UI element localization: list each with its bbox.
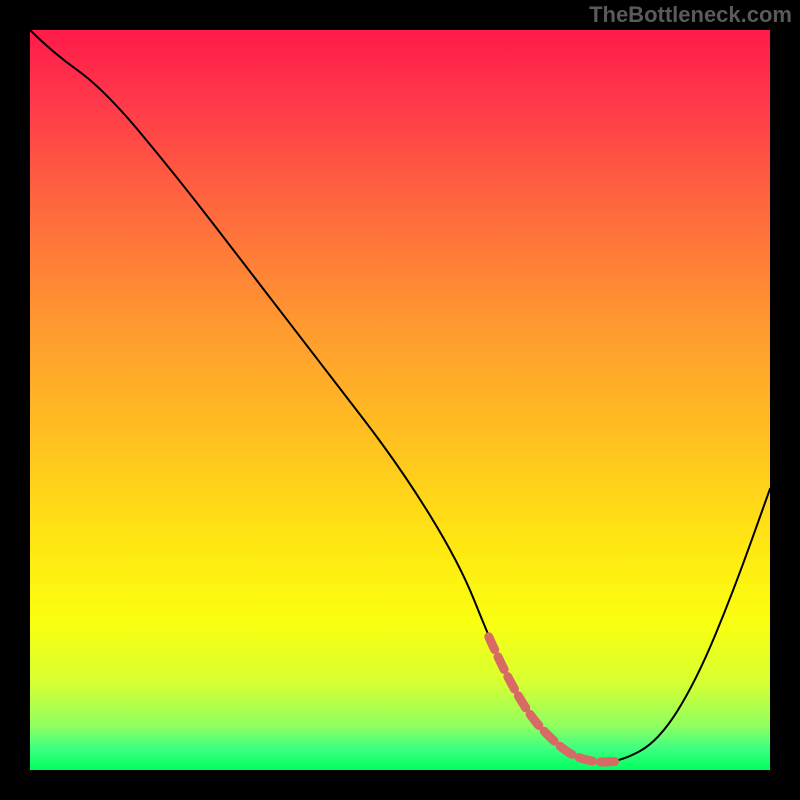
bottleneck-curve xyxy=(30,30,770,762)
curve-svg-layer xyxy=(30,30,770,770)
chart-container: TheBottleneck.com xyxy=(0,0,800,800)
watermark-text: TheBottleneck.com xyxy=(589,2,792,28)
valley-highlight xyxy=(489,637,622,762)
